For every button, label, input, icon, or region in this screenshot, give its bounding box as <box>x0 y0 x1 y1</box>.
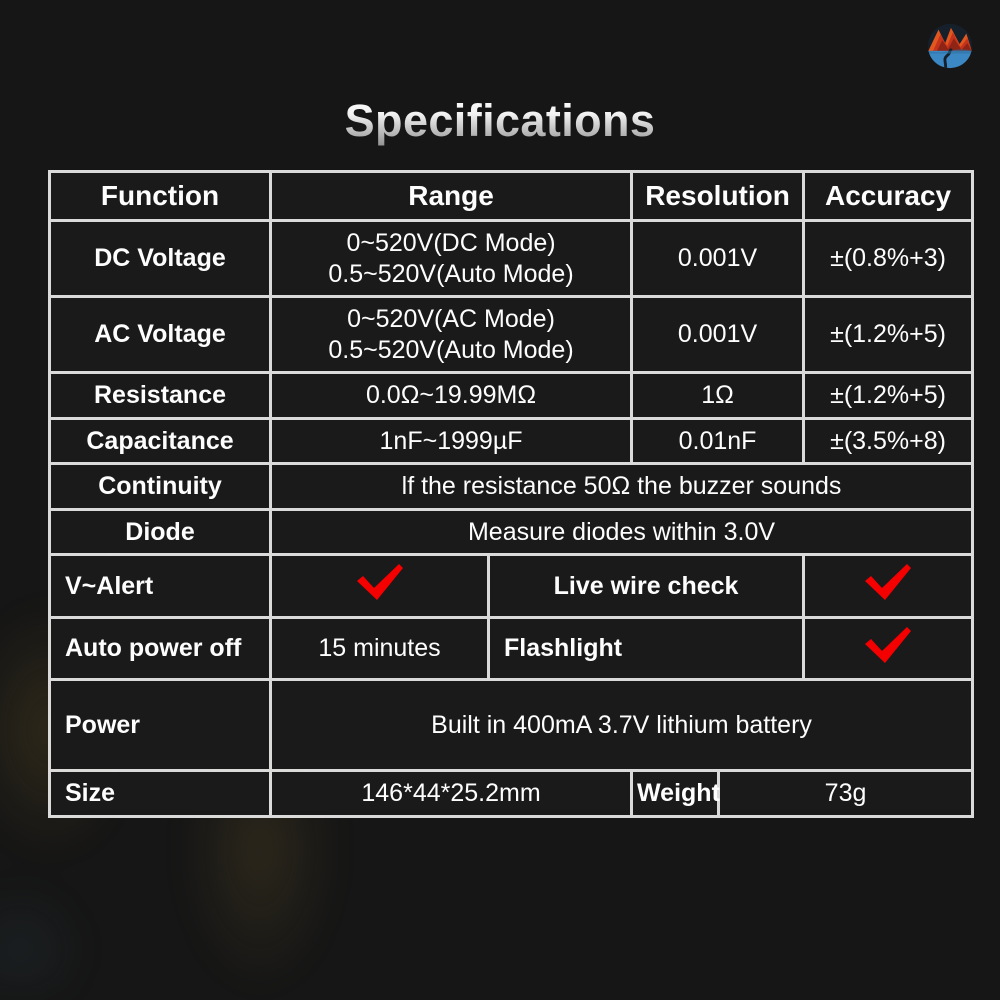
row-resolution-resistance: 1Ω <box>633 374 803 417</box>
row-accuracy-capacitance: ±(3.5%+8) <box>805 419 972 463</box>
row-value-auto-power-off: 15 minutes <box>272 618 488 679</box>
row-label-auto-power-off: Auto power off <box>51 618 270 679</box>
red-checkmark-icon <box>356 564 403 601</box>
row-resolution-ac-voltage: 0.001V <box>633 298 803 372</box>
row-value-weight: 73g <box>720 772 972 815</box>
row-resolution-dc-voltage: 0.001V <box>633 222 803 296</box>
row-function-ac-voltage: AC Voltage <box>51 298 270 372</box>
row-label-live-wire-check: Live wire check <box>490 556 803 616</box>
row-value-v-alert <box>272 556 488 616</box>
row-range-capacitance: 1nF~1999µF <box>272 419 631 463</box>
table-row: Diode Measure diodes within 3.0V <box>51 510 972 554</box>
row-resolution-capacitance: 0.01nF <box>633 419 803 463</box>
table-row: DC Voltage 0~520V(DC Mode) 0.5~520V(Auto… <box>51 222 972 296</box>
red-checkmark-icon <box>865 564 912 601</box>
row-range-resistance: 0.0Ω~19.99MΩ <box>272 374 631 417</box>
row-accuracy-ac-voltage: ±(1.2%+5) <box>805 298 972 372</box>
row-value-size: 146*44*25.2mm <box>272 772 631 815</box>
table-row: Continuity lf the resistance 50Ω the buz… <box>51 465 972 508</box>
row-function-diode: Diode <box>51 510 270 554</box>
row-range-ac-voltage: 0~520V(AC Mode) 0.5~520V(Auto Mode) <box>272 298 631 372</box>
range-line-1: 0~520V(AC Mode) <box>347 305 555 334</box>
row-label-power: Power <box>51 681 270 770</box>
range-line-2: 0.5~520V(Auto Mode) <box>328 335 574 364</box>
row-label-flashlight: Flashlight <box>490 618 803 679</box>
range-line-2: 0.5~520V(Auto Mode) <box>328 259 574 288</box>
page-title: Specifications <box>0 95 1000 147</box>
row-function-capacitance: Capacitance <box>51 419 270 463</box>
red-checkmark-icon <box>865 626 912 663</box>
header-range: Range <box>272 173 631 220</box>
row-function-continuity: Continuity <box>51 465 270 508</box>
specifications-table: Function Range Resolution Accuracy DC Vo… <box>48 170 975 818</box>
table-row: Auto power off 15 minutes Flashlight <box>51 618 972 679</box>
table-header-row: Function Range Resolution Accuracy <box>51 173 972 220</box>
row-accuracy-resistance: ±(1.2%+5) <box>805 374 972 417</box>
header-resolution: Resolution <box>633 173 803 220</box>
row-function-dc-voltage: DC Voltage <box>51 222 270 296</box>
row-accuracy-dc-voltage: ±(0.8%+3) <box>805 222 972 296</box>
mountain-river-circle-logo <box>927 23 973 69</box>
row-value-live-wire-check <box>805 556 972 616</box>
row-label-v-alert: V~Alert <box>51 556 270 616</box>
header-accuracy: Accuracy <box>805 173 972 220</box>
table-row: Capacitance 1nF~1999µF 0.01nF ±(3.5%+8) <box>51 419 972 463</box>
row-value-flashlight <box>805 618 972 679</box>
table-row: AC Voltage 0~520V(AC Mode) 0.5~520V(Auto… <box>51 298 972 372</box>
row-label-weight: Weight <box>633 772 720 815</box>
row-function-resistance: Resistance <box>51 374 270 417</box>
table-row: V~Alert Live wire check <box>51 556 972 616</box>
table-row: Size 146*44*25.2mm Weight 73g <box>51 772 972 815</box>
row-label-size: Size <box>51 772 270 815</box>
table-row: Resistance 0.0Ω~19.99MΩ 1Ω ±(1.2%+5) <box>51 374 972 417</box>
range-line-1: 0~520V(DC Mode) <box>346 229 556 258</box>
header-function: Function <box>51 173 270 220</box>
row-description-continuity: lf the resistance 50Ω the buzzer sounds <box>272 465 972 508</box>
row-value-power: Built in 400mA 3.7V lithium battery <box>272 681 972 770</box>
table-row: Power Built in 400mA 3.7V lithium batter… <box>51 681 972 770</box>
row-description-diode: Measure diodes within 3.0V <box>272 510 972 554</box>
row-range-dc-voltage: 0~520V(DC Mode) 0.5~520V(Auto Mode) <box>272 222 631 296</box>
